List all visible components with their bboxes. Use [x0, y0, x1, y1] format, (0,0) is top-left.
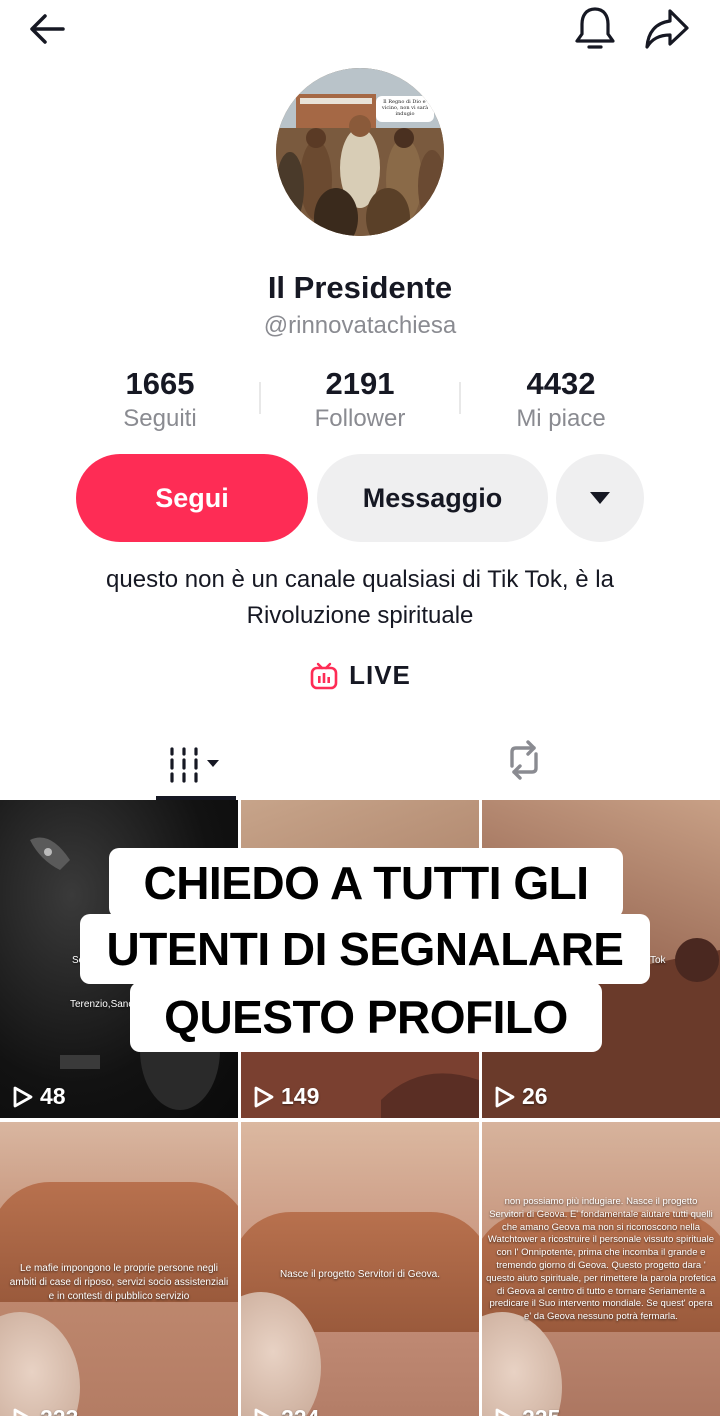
- profile-bio: questo non è un canale qualsiasi di Tik …: [106, 566, 614, 629]
- view-count: 48: [12, 1083, 66, 1110]
- profile-tabs: [0, 730, 720, 800]
- message-button[interactable]: Messaggio: [317, 454, 548, 542]
- stat-value: 1665: [125, 366, 195, 401]
- video-tile[interactable]: Le mafie impongono le proprie persone ne…: [0, 1122, 238, 1416]
- stat-value: 4432: [526, 366, 596, 401]
- bell-icon[interactable]: [570, 4, 620, 54]
- view-count-value: 26: [522, 1083, 548, 1109]
- stat-followers[interactable]: 2191 Follower: [260, 364, 460, 434]
- view-count-value: 224: [281, 1405, 319, 1416]
- play-icon: [495, 1408, 512, 1416]
- view-count: 224: [253, 1405, 319, 1416]
- avatar-speech-bubble: Il Regno di Dio e' vicino, non vi sarà i…: [376, 96, 434, 122]
- view-count-value: 225: [522, 1405, 560, 1416]
- overlay-line: CHIEDO A TUTTI GLI: [109, 848, 623, 918]
- play-icon: [13, 1408, 30, 1416]
- play-icon: [495, 1086, 515, 1107]
- play-icon: [13, 1086, 33, 1107]
- video-tile[interactable]: non possiamo più indugiare. Nasce il pro…: [482, 1122, 720, 1416]
- warning-overlay: CHIEDO A TUTTI GLI UTENTI DI SEGNALARE Q…: [0, 848, 720, 1062]
- play-icon: [254, 1408, 271, 1416]
- view-count: 26: [494, 1083, 548, 1110]
- view-count: 223: [12, 1405, 78, 1416]
- profile-name: Il Presidente: [267, 270, 453, 305]
- avatar[interactable]: Il Regno di Dio e' vicino, non vi sarà i…: [276, 68, 444, 236]
- view-count: 225: [494, 1405, 560, 1416]
- video-caption: Le mafie impongono le proprie persone ne…: [9, 1263, 229, 1302]
- live-link[interactable]: LIVE: [0, 660, 720, 691]
- view-count-value: 48: [40, 1083, 66, 1109]
- share-arrow-icon[interactable]: [642, 4, 692, 54]
- tab-reposts[interactable]: [484, 730, 564, 790]
- overlay-line: UTENTI DI SEGNALARE: [80, 914, 650, 984]
- stat-label: Mi piace: [516, 405, 606, 432]
- stat-likes[interactable]: 4432 Mi piace: [461, 364, 661, 434]
- play-icon: [254, 1086, 274, 1107]
- repost-icon: [510, 740, 538, 780]
- overlay-line: QUESTO PROFILO: [130, 982, 602, 1052]
- view-count-value: 149: [281, 1083, 320, 1109]
- videos-grid-icon: [170, 747, 219, 783]
- video-caption: non possiamo più indugiare. Nasce il pro…: [486, 1196, 716, 1323]
- arrow-left-icon[interactable]: [22, 4, 72, 54]
- top-bar: [0, 0, 720, 60]
- caret-down-icon: [590, 492, 610, 504]
- view-count-value: 223: [40, 1405, 78, 1416]
- live-label: LIVE: [349, 660, 411, 690]
- video-tile[interactable]: Nasce il progetto Servitori di Geova. 22…: [241, 1122, 479, 1416]
- profile-handle: @rinnovatachiesa: [263, 312, 457, 339]
- stat-value: 2191: [325, 366, 395, 401]
- more-options-button[interactable]: [556, 454, 644, 542]
- stat-following[interactable]: 1665 Seguiti: [60, 364, 260, 434]
- video-caption: Nasce il progetto Servitori di Geova.: [279, 1269, 441, 1280]
- video-thumbnail-face: [0, 1312, 80, 1416]
- view-count: 149: [253, 1083, 319, 1110]
- follow-button[interactable]: Segui: [76, 454, 308, 542]
- stat-label: Follower: [314, 405, 406, 432]
- tab-videos[interactable]: [156, 730, 236, 800]
- stat-label: Seguiti: [123, 405, 197, 432]
- live-tv-icon: [310, 662, 338, 689]
